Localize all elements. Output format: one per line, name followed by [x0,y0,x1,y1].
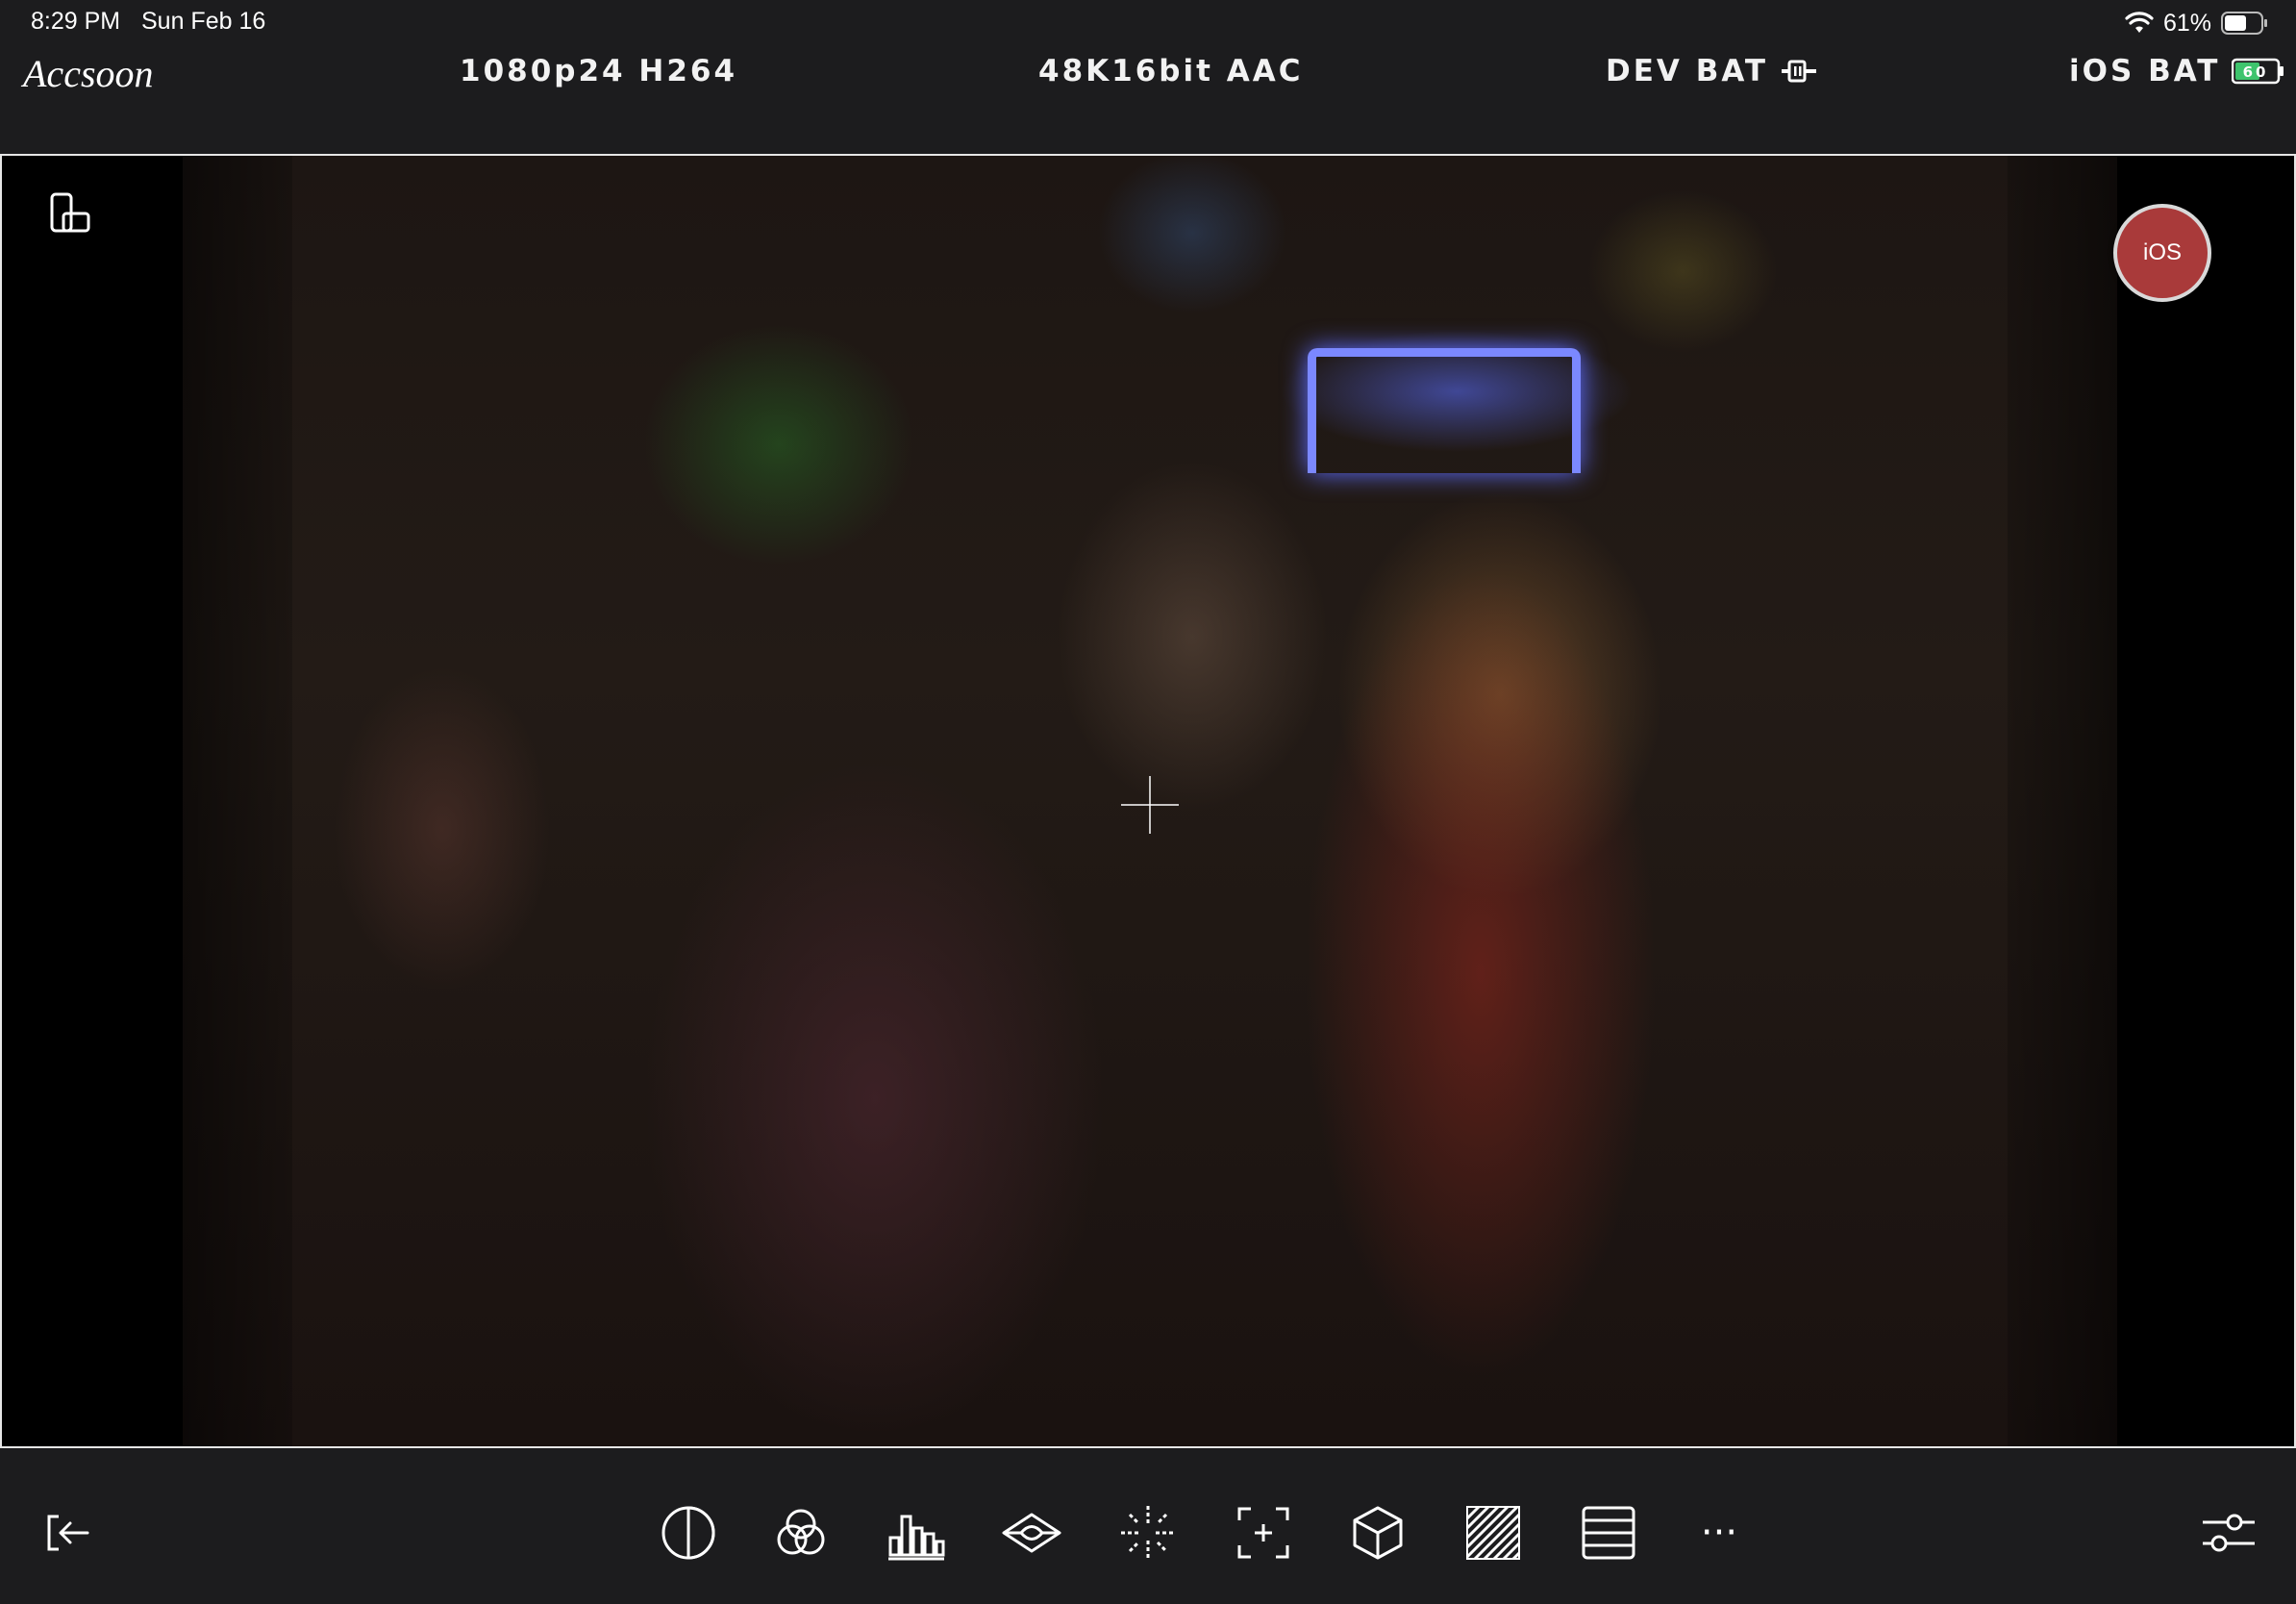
frame-guide-icon[interactable] [1233,1502,1294,1564]
logo-text: Accsoon [20,52,154,95]
battery-icon [2221,12,2267,35]
battery-percent: 61% [2162,9,2211,37]
ios-battery-icon: 60 [2232,58,2284,85]
letterbox-right [2008,156,2117,1446]
rotate-device-icon[interactable] [48,192,92,235]
accsoon-logo: Accsoon [20,52,154,95]
focus-peaking-icon[interactable] [1117,1502,1179,1564]
info-bar: Accsoon 1080p24 H264 48K16bit AAC DEV BA… [0,44,2296,135]
ios-battery-label: iOS BAT [2069,54,2221,88]
crosshair-icon [1121,776,1179,834]
status-time: 8:29 PM [31,8,121,35]
status-date: Sun Feb 16 [141,8,266,35]
device-battery: DEV BAT [1606,54,1818,88]
record-button[interactable]: iOS [2113,204,2211,302]
audio-format: 48K16bit AAC [1038,54,1304,88]
contrast-icon[interactable] [658,1502,719,1564]
letterbox-left [183,156,292,1446]
status-right: 61% [2125,8,2269,38]
neon-sign [1308,348,1581,473]
lut-cube-icon[interactable] [1347,1502,1409,1564]
sliders-icon[interactable] [2198,1502,2259,1564]
color-circles-icon[interactable] [770,1502,832,1564]
device-battery-label: DEV BAT [1606,54,1769,88]
video-format: 1080p24 H264 [460,54,738,88]
ios-battery: iOS BAT 60 [2069,54,2285,88]
status-bar: 8:29 PM Sun Feb 16 61% [0,0,2296,44]
waveform-icon[interactable] [1001,1502,1062,1564]
histogram-icon[interactable] [886,1502,947,1564]
bottom-toolbar: ··· [0,1473,2296,1604]
exit-icon[interactable] [38,1502,100,1564]
plug-icon [1782,60,1817,83]
ios-battery-value: 60 [2243,63,2269,81]
more-button[interactable]: ··· [1688,1502,1750,1564]
wifi-icon [2125,12,2154,33]
lines-icon[interactable] [1578,1502,1639,1564]
video-preview[interactable]: iOS [0,154,2296,1448]
zebra-icon[interactable] [1462,1502,1524,1564]
